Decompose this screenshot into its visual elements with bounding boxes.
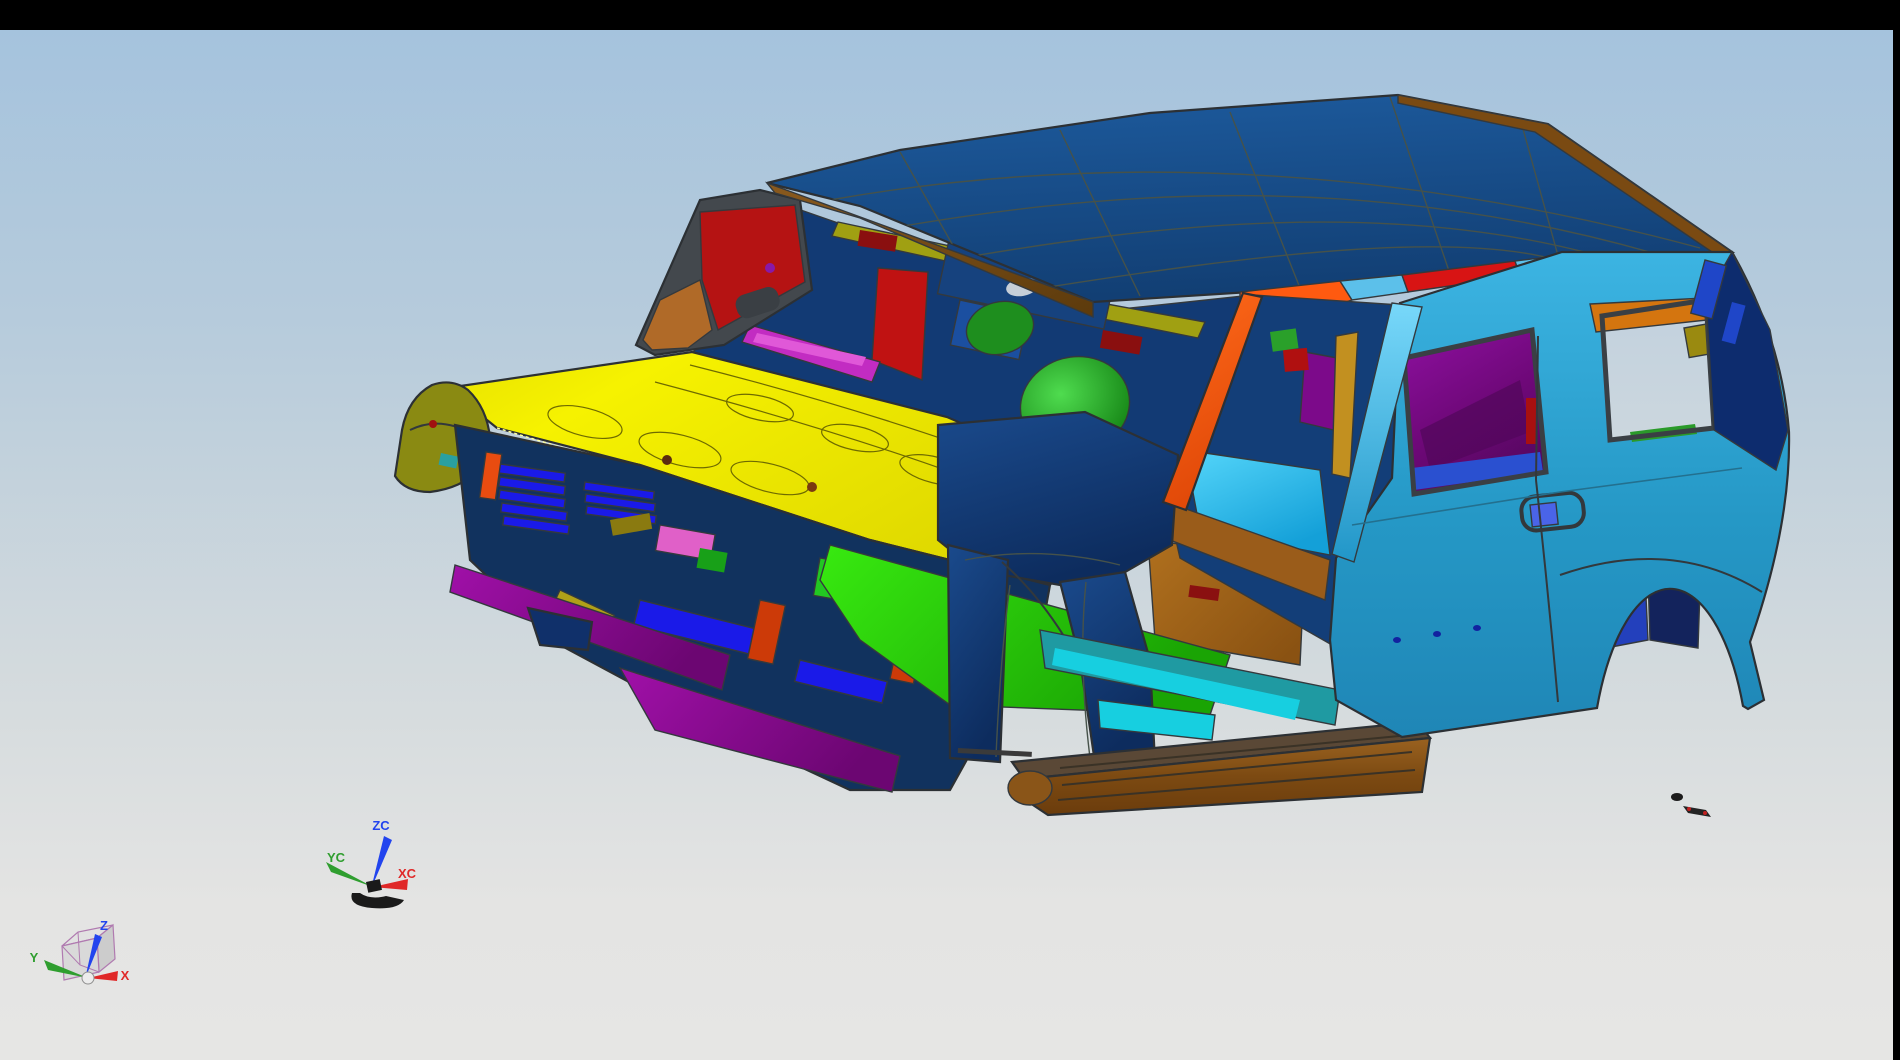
car-body-model[interactable]	[395, 95, 1789, 817]
wcs-y-label: YC	[327, 850, 346, 865]
top-frame-bar	[0, 0, 1900, 30]
abs-origin-ball	[82, 972, 94, 984]
wcs-z-label: ZC	[372, 818, 390, 833]
cowl-side-red-panel[interactable]	[872, 268, 928, 380]
detached-small-parts[interactable]	[1671, 793, 1711, 817]
graphics-viewport[interactable]: ZC YC XC Z Y X	[0, 30, 1893, 1060]
rear-door-window[interactable]	[1404, 330, 1546, 494]
body-side-panel[interactable]	[1330, 252, 1789, 737]
absolute-csys-triad: Z Y X	[30, 918, 130, 984]
abs-z-label: Z	[100, 918, 108, 933]
right-frame-bar	[1893, 0, 1900, 1060]
cad-application-window: ZC YC XC Z Y X	[0, 0, 1900, 1060]
abs-y-label: Y	[30, 950, 39, 965]
wcs-rotate-handle[interactable]	[351, 893, 404, 908]
quarter-window[interactable]	[1590, 298, 1715, 442]
abs-x-label: X	[121, 968, 130, 983]
cad-viewport-canvas[interactable]: ZC YC XC Z Y X	[0, 30, 1893, 1060]
wcs-triad[interactable]: ZC YC XC	[326, 818, 417, 908]
wcs-origin-handle[interactable]	[366, 879, 382, 893]
wcs-y-axis-arrow[interactable]	[326, 862, 373, 887]
wcs-x-label: XC	[398, 866, 417, 881]
